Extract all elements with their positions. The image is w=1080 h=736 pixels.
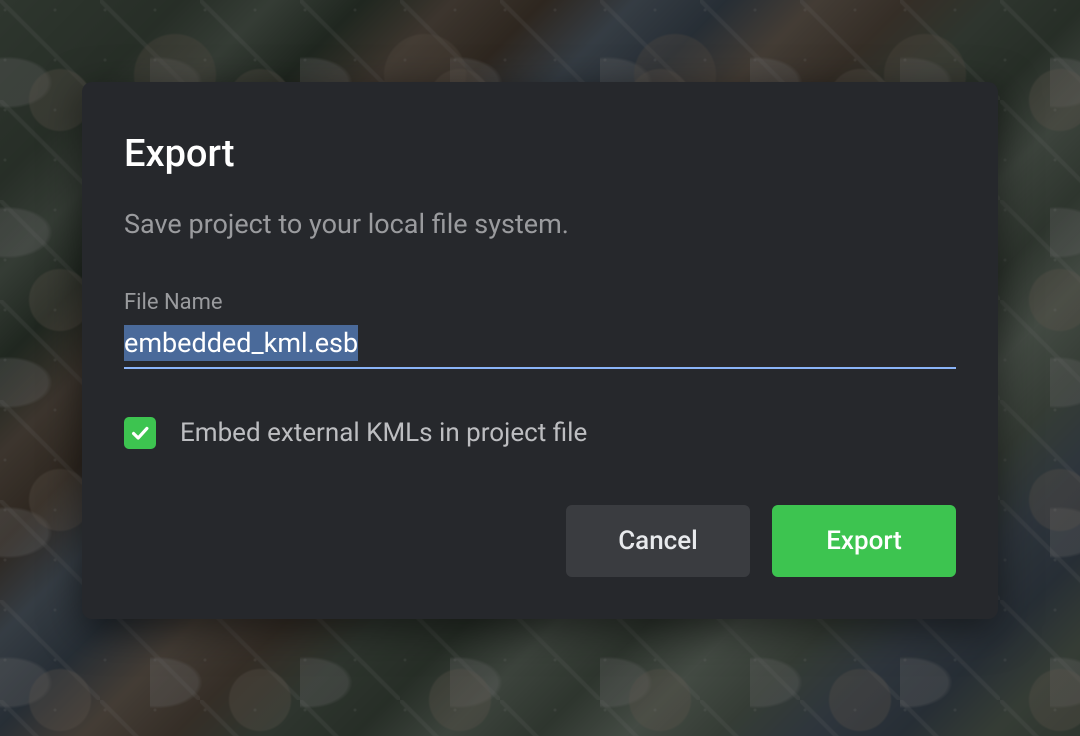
checkmark-icon [129,422,151,444]
embed-kml-row: Embed external KMLs in project file [124,417,956,449]
file-name-input[interactable]: embedded_kml.esb [124,325,358,361]
export-dialog: Export Save project to your local file s… [82,82,998,619]
file-name-input-wrapper[interactable]: embedded_kml.esb [124,327,956,369]
dialog-title: Export [124,132,956,176]
export-button[interactable]: Export [772,505,956,577]
cancel-button[interactable]: Cancel [566,505,750,577]
file-name-label: File Name [124,290,956,315]
dialog-buttons: Cancel Export [124,505,956,577]
dialog-subtitle: Save project to your local file system. [124,208,956,240]
embed-kml-label: Embed external KMLs in project file [180,418,587,448]
embed-kml-checkbox[interactable] [124,417,156,449]
